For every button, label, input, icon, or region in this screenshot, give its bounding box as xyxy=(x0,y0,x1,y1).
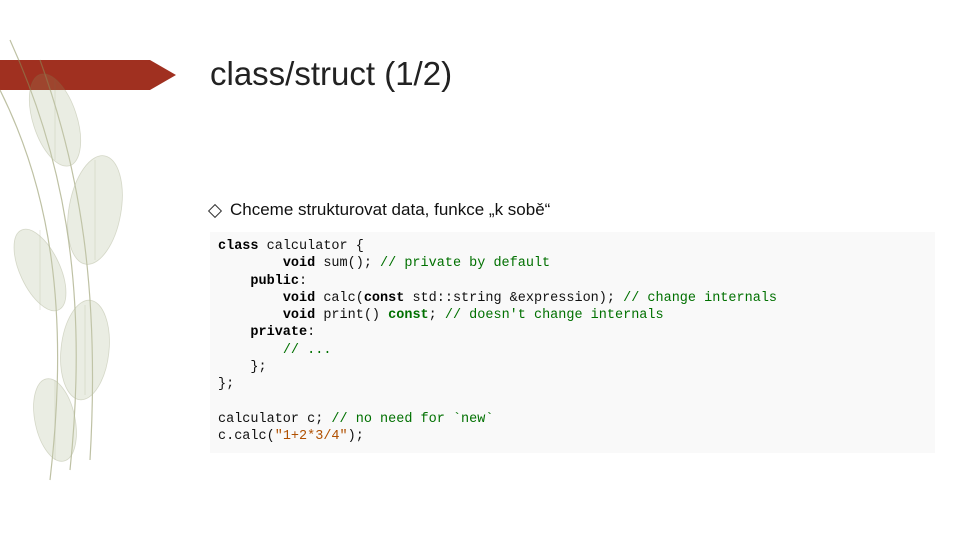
slide: class/struct (1/2) Chceme strukturovat d… xyxy=(0,0,960,540)
code-line: void print() const; // doesn't change in… xyxy=(218,307,927,324)
slide-title: class/struct (1/2) xyxy=(210,55,452,93)
code-line: private: xyxy=(218,324,927,341)
code-line: void calc(const std::string &expression)… xyxy=(218,290,927,307)
code-line: c.calc("1+2*3/4"); xyxy=(218,428,927,445)
code-line: // ... xyxy=(218,342,927,359)
bullet-row: Chceme strukturovat data, funkce „k sobě… xyxy=(210,200,550,220)
bullet-text: Chceme strukturovat data, funkce „k sobě… xyxy=(230,200,550,220)
code-line: class calculator { xyxy=(218,238,927,255)
code-line: }; xyxy=(218,359,927,376)
code-line: public: xyxy=(218,273,927,290)
leaf-decoration xyxy=(0,30,180,490)
code-line: void sum(); // private by default xyxy=(218,255,927,272)
code-line: calculator c; // no need for `new` xyxy=(218,411,927,428)
header-wedge xyxy=(0,60,150,90)
code-block: class calculator { void sum(); // privat… xyxy=(210,232,935,453)
code-line: }; xyxy=(218,376,927,393)
code-line xyxy=(218,393,927,410)
diamond-icon xyxy=(208,203,222,217)
